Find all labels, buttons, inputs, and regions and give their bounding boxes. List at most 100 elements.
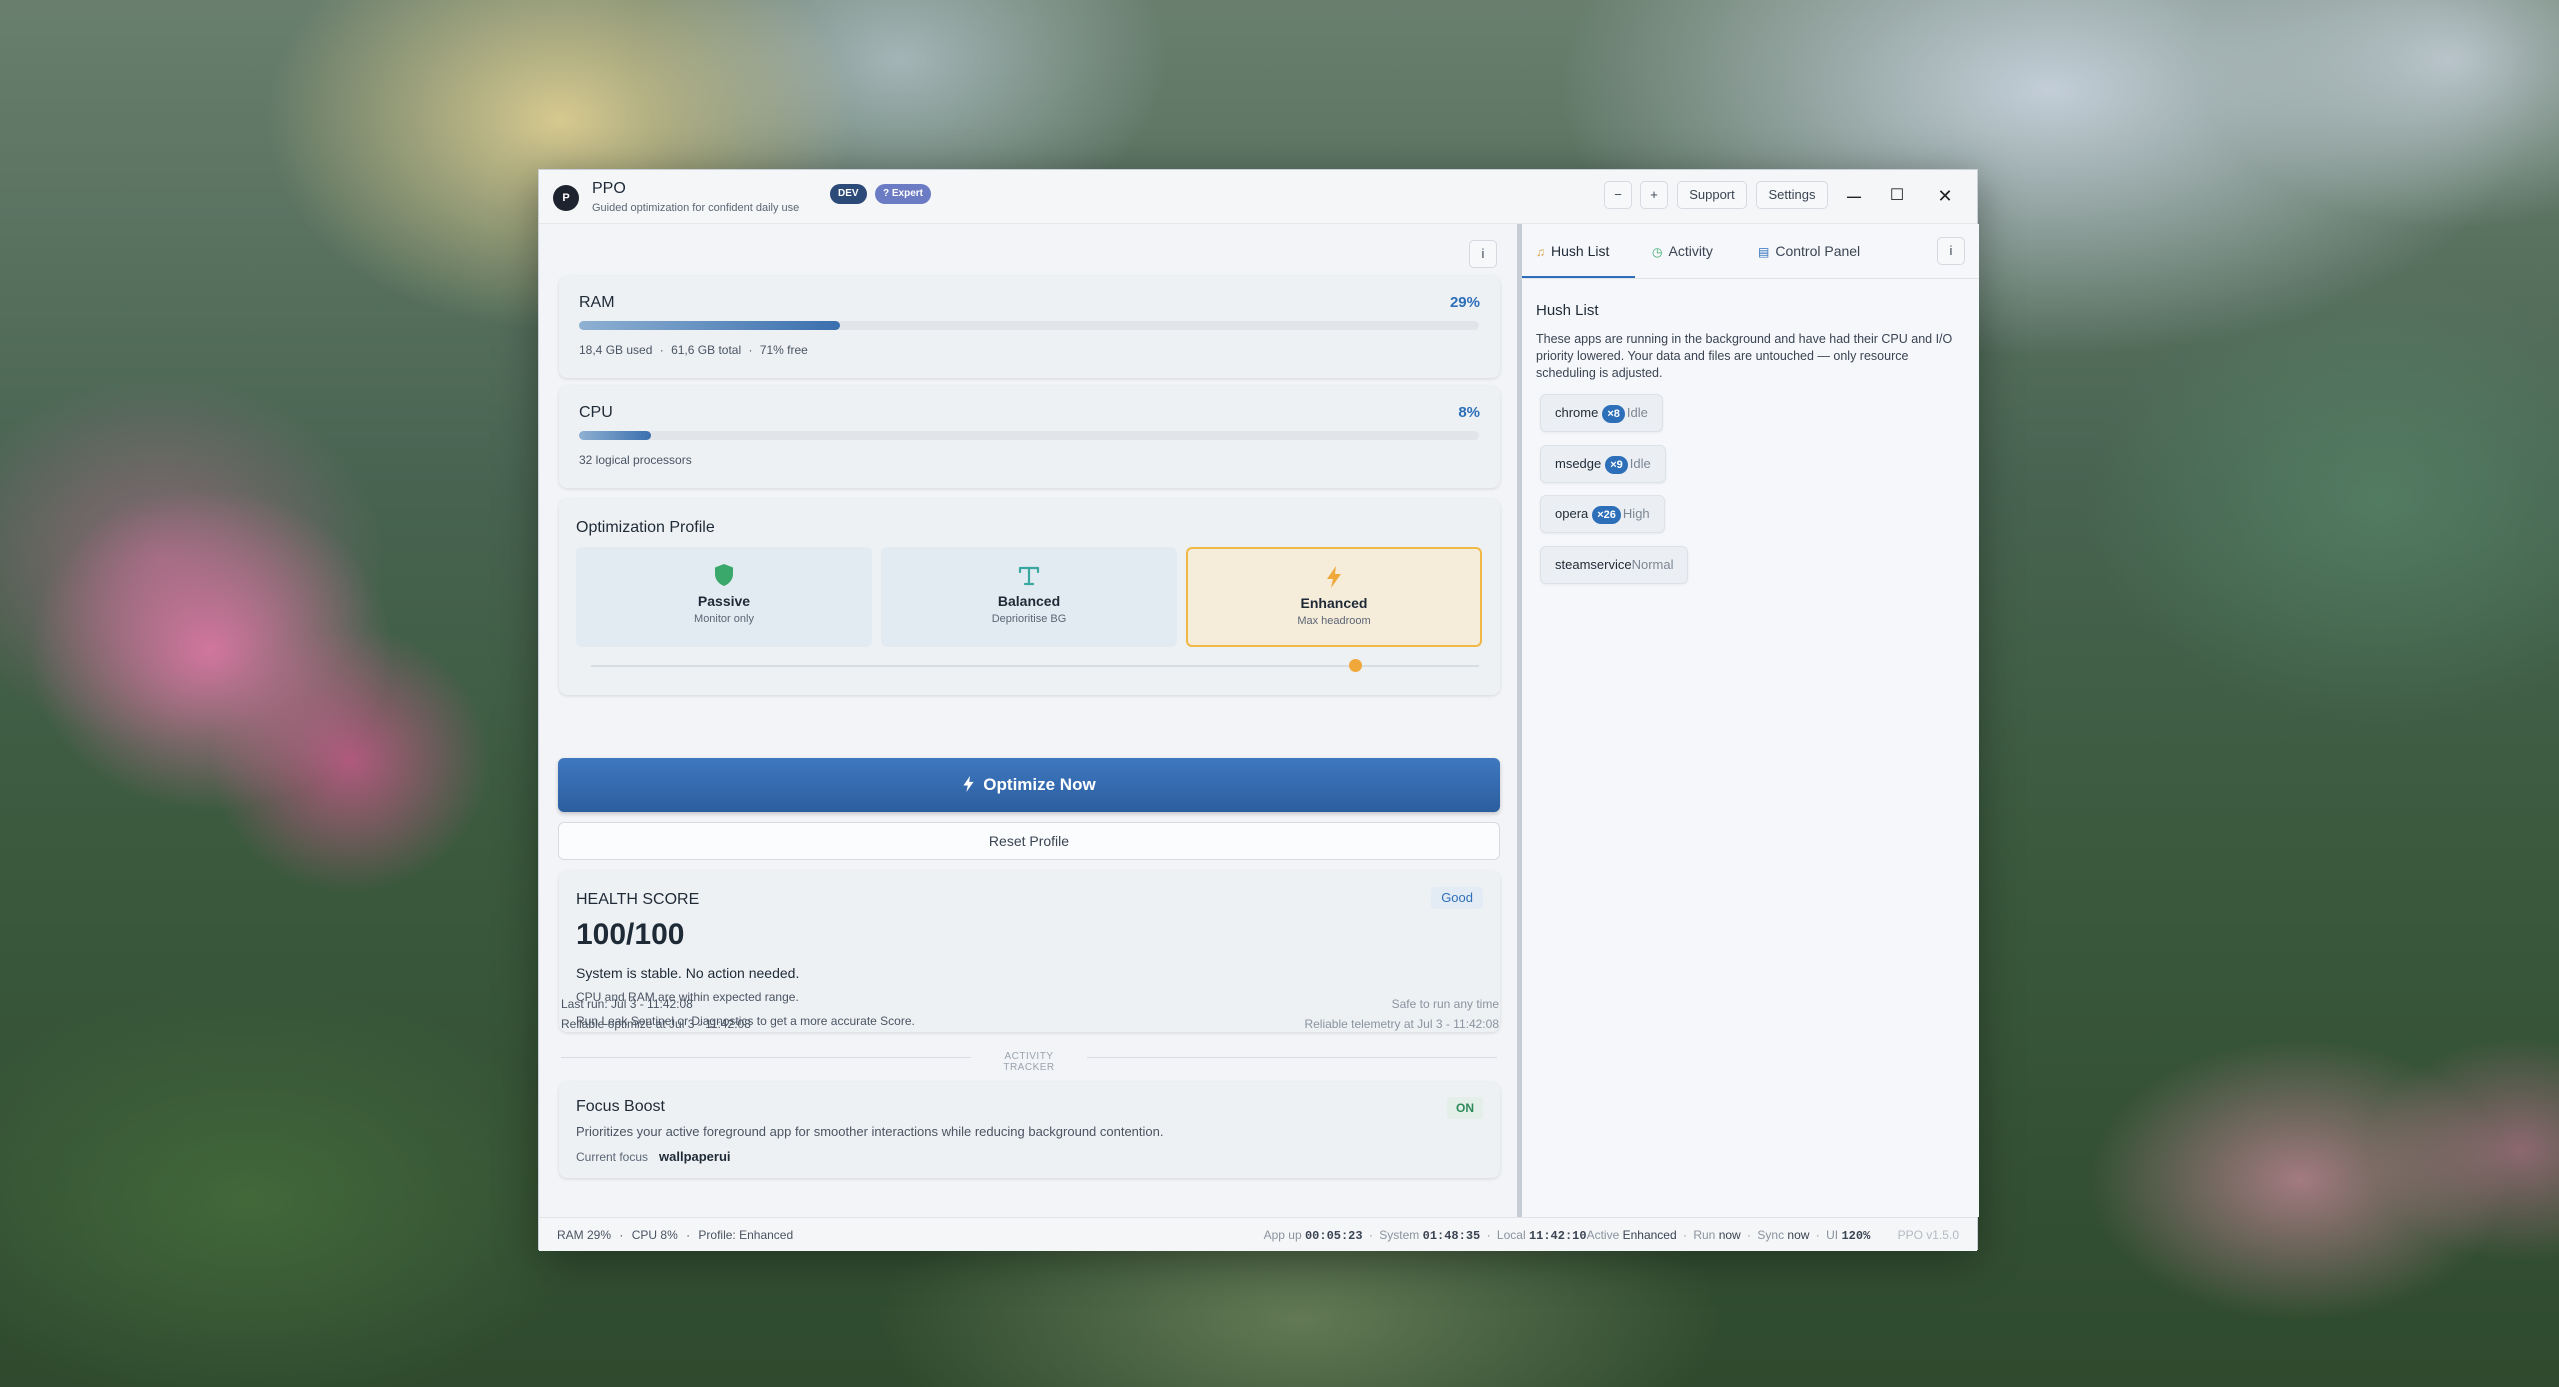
run-status: now bbox=[1718, 1228, 1741, 1242]
tab-control-panel-label: Control Panel bbox=[1775, 243, 1861, 259]
reset-profile-button[interactable]: Reset Profile bbox=[558, 822, 1500, 860]
side-panel: ♫ Hush List ◷ Activity ▤ Control Panel i Hu… bbox=[1522, 224, 1979, 1217]
hush-item[interactable]: msedge ×9 Idle bbox=[1540, 445, 1666, 483]
tab-hush-list-label: Hush List bbox=[1551, 243, 1610, 259]
reliable-telemetry: Reliable telemetry at Jul 3 - 11:42:08 bbox=[1304, 1017, 1499, 1031]
optimize-now-button[interactable]: Optimize Now bbox=[558, 758, 1500, 812]
ram-used: 18,4 GB used bbox=[579, 343, 653, 357]
optimization-profile-card: Optimization Profile Passive Monitor onl… bbox=[559, 499, 1500, 695]
cpu-percent: 8% bbox=[1458, 404, 1480, 421]
support-button[interactable]: Support bbox=[1677, 181, 1747, 209]
cpu-label: CPU bbox=[579, 404, 613, 421]
hush-item-count: ×8 bbox=[1602, 404, 1625, 423]
hush-item-name: steamservice bbox=[1555, 557, 1632, 572]
status-profile: Profile: Enhanced bbox=[698, 1228, 794, 1242]
profile-balanced[interactable]: Balanced Deprioritise BG bbox=[881, 547, 1177, 647]
profile-passive-name: Passive bbox=[697, 593, 751, 609]
tab-hush-list[interactable]: ♫ Hush List bbox=[1536, 224, 1609, 278]
profile-balanced-name: Balanced bbox=[997, 593, 1061, 609]
system-uptime: 01:48:35 bbox=[1422, 1229, 1481, 1243]
focus-boost-desc: Prioritizes your active foreground app f… bbox=[576, 1124, 1164, 1139]
status-left: RAM 29% · CPU 8% · Profile: Enhanced bbox=[557, 1228, 794, 1242]
local-time: 11:42:10 bbox=[1528, 1229, 1587, 1243]
hush-item-count: ×26 bbox=[1592, 505, 1621, 524]
dashboard-info-button[interactable]: i bbox=[1469, 240, 1497, 268]
hush-item-state: High bbox=[1622, 506, 1650, 521]
settings-button[interactable]: Settings bbox=[1756, 181, 1828, 209]
status-ram: RAM 29% bbox=[557, 1228, 612, 1242]
profile-passive[interactable]: Passive Monitor only bbox=[576, 547, 872, 647]
profile-passive-desc: Monitor only bbox=[694, 613, 754, 625]
hush-item-name: msedge bbox=[1555, 456, 1602, 471]
ui-scale: 120% bbox=[1841, 1229, 1871, 1243]
last-run: Last run: Jul 3 - 11:42:08 bbox=[561, 997, 693, 1011]
health-message: System is stable. No action needed. bbox=[576, 965, 800, 981]
close-button[interactable]: ✕ bbox=[1930, 182, 1960, 210]
profile-balanced-desc: Deprioritise BG bbox=[991, 613, 1067, 625]
health-score-value: 100/100 bbox=[576, 918, 685, 951]
cpu-bar-fill bbox=[579, 431, 651, 440]
health-status-badge: Good bbox=[1431, 887, 1483, 909]
ram-details: 18,4 GB used · 61,6 GB total · 71% free bbox=[579, 343, 808, 357]
hush-list-desc: These apps are running in the background… bbox=[1536, 332, 1953, 380]
app-name: PPO bbox=[592, 180, 626, 197]
hush-item-state: Normal bbox=[1631, 557, 1674, 572]
tab-control-panel[interactable]: ▤ Control Panel bbox=[1758, 224, 1860, 278]
title-bar: P PPO Guided optimization for confident … bbox=[539, 170, 1977, 224]
tracker-divider-right bbox=[1087, 1057, 1497, 1058]
ram-percent: 29% bbox=[1449, 294, 1480, 311]
profile-slider-knob[interactable] bbox=[1348, 659, 1362, 672]
tabs-divider bbox=[1522, 278, 1979, 279]
ram-card: RAM 29% 18,4 GB used · 61,6 GB total · 7… bbox=[559, 276, 1500, 378]
app-window: P PPO Guided optimization for confident … bbox=[538, 169, 1979, 1251]
tab-activity[interactable]: ◷ Activity bbox=[1652, 224, 1713, 278]
current-focus-label: Current focus bbox=[576, 1150, 649, 1164]
profile-slider[interactable] bbox=[591, 659, 1479, 672]
focus-boost-toggle[interactable]: ON bbox=[1447, 1097, 1483, 1119]
status-bar: RAM 29% · CPU 8% · Profile: Enhanced App… bbox=[539, 1217, 1977, 1251]
optimize-now-label: Optimize Now bbox=[983, 775, 1096, 794]
cpu-details: 32 logical processors bbox=[579, 453, 692, 467]
zoom-out-button[interactable]: − bbox=[1604, 181, 1632, 209]
reliable-optimize: Reliable optimize at Jul 3 - 11:42:08 bbox=[561, 1017, 751, 1031]
hush-item-state: Idle bbox=[1629, 456, 1651, 471]
zoom-in-button[interactable]: + bbox=[1640, 181, 1668, 209]
clock-icon: ◷ bbox=[1652, 245, 1663, 259]
sync-status: now bbox=[1787, 1228, 1810, 1242]
hush-item-count: ×9 bbox=[1605, 455, 1628, 474]
health-score-title: HEALTH SCORE bbox=[576, 891, 700, 908]
balance-icon bbox=[881, 563, 1177, 589]
ram-bar bbox=[579, 321, 1479, 330]
hush-item[interactable]: steamserviceNormal bbox=[1540, 546, 1689, 584]
hush-list-title: Hush List bbox=[1536, 302, 1599, 319]
maximize-button[interactable]: ☐ bbox=[1882, 182, 1912, 210]
app-version: PPO v1.5.0 bbox=[1897, 1228, 1959, 1242]
ram-total: 61,6 GB total bbox=[671, 343, 742, 357]
dev-badge: DEV bbox=[830, 184, 867, 204]
ram-label: RAM bbox=[579, 294, 615, 311]
profile-enhanced[interactable]: Enhanced Max headroom bbox=[1186, 547, 1482, 647]
hush-icon: ♫ bbox=[1536, 245, 1545, 259]
focus-boost-card: Focus Boost ON Prioritizes your active f… bbox=[559, 1082, 1500, 1178]
cpu-bar bbox=[579, 431, 1479, 440]
activity-tracker-label: ACTIVITY TRACKER bbox=[1003, 1051, 1055, 1073]
active-profile: Enhanced bbox=[1622, 1228, 1677, 1242]
bolt-icon bbox=[1188, 565, 1480, 591]
hush-item-name: opera bbox=[1555, 506, 1589, 521]
ram-bar-fill bbox=[579, 321, 840, 330]
hush-item[interactable]: chrome ×8 Idle bbox=[1540, 394, 1663, 432]
monitor-icon: ▤ bbox=[1758, 245, 1770, 259]
focus-boost-title: Focus Boost bbox=[576, 1098, 665, 1115]
minimize-button[interactable]: — bbox=[1839, 182, 1869, 210]
tab-activity-label: Activity bbox=[1668, 243, 1713, 259]
hush-item-name: chrome bbox=[1555, 405, 1599, 420]
shield-icon bbox=[576, 563, 872, 589]
profile-title: Optimization Profile bbox=[576, 519, 715, 536]
expert-badge[interactable]: ? Expert bbox=[875, 184, 932, 204]
dashboard-panel: i RAM 29% 18,4 GB used · 61,6 GB total ·… bbox=[539, 224, 1517, 1217]
tracker-divider-left bbox=[561, 1057, 971, 1058]
hush-item[interactable]: opera ×26 High bbox=[1540, 495, 1665, 533]
status-cpu: CPU 8% bbox=[631, 1228, 678, 1242]
app-logo: P bbox=[553, 185, 579, 211]
side-info-button[interactable]: i bbox=[1937, 237, 1965, 265]
